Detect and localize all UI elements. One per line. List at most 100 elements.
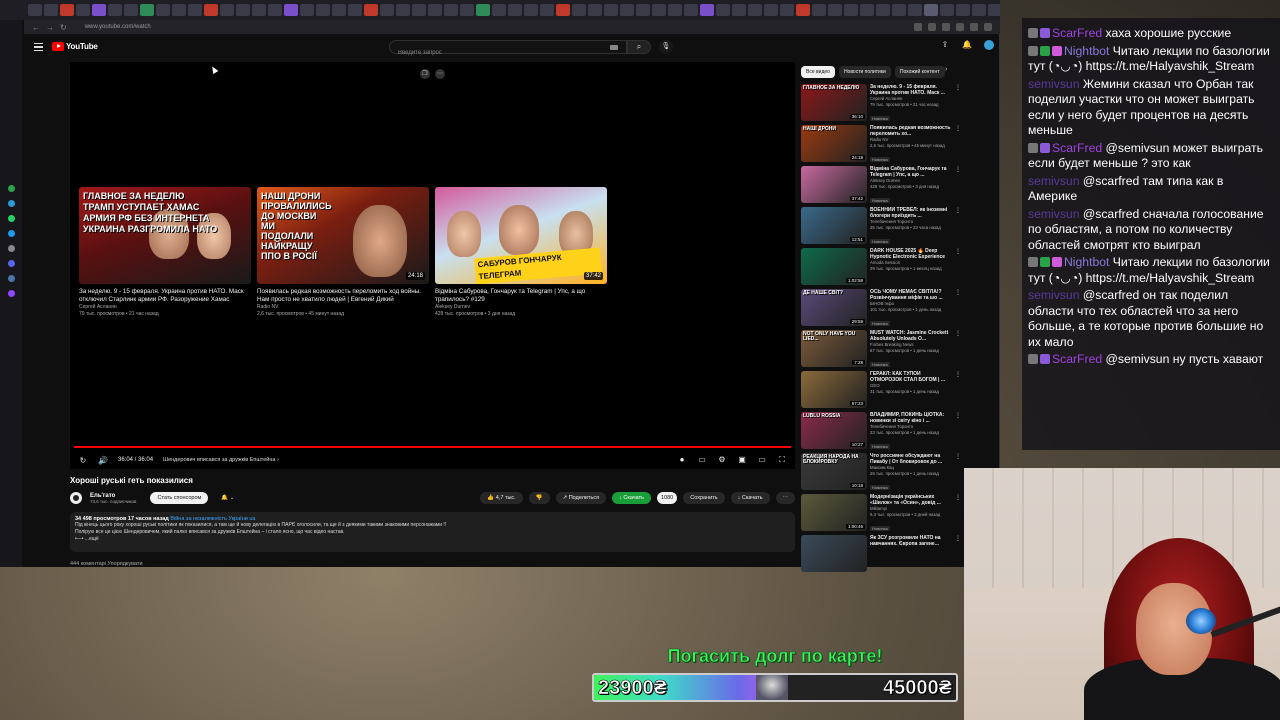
- chip-similar[interactable]: Похожий контент: [894, 66, 945, 78]
- like-button[interactable]: 👍 4,7 тыс.: [480, 492, 523, 504]
- extension-icon[interactable]: [970, 23, 978, 31]
- browser-tab[interactable]: [316, 4, 330, 16]
- replay-icon[interactable]: ↻: [78, 456, 88, 465]
- extension-icon[interactable]: [942, 23, 950, 31]
- browser-tab[interactable]: [444, 4, 458, 16]
- chat-username[interactable]: ScarFred: [1052, 26, 1102, 40]
- related-video[interactable]: LUBLU ROSSIA 10:27 ВЛАДИМИР, ПОКИНЬ ЦІОТ…: [801, 412, 961, 453]
- related-title[interactable]: Что россияне обсуждают на Пикабу | От бл…: [870, 453, 961, 465]
- more-vert-icon[interactable]: ⋮: [955, 166, 961, 173]
- browser-tab[interactable]: [252, 4, 266, 16]
- browser-tab[interactable]: [892, 4, 906, 16]
- browser-tab[interactable]: [412, 4, 426, 16]
- related-thumbnail[interactable]: ДЕ НАШЕ СВІТ? 29:59: [801, 289, 867, 326]
- browser-tab[interactable]: [364, 4, 378, 16]
- browser-tab[interactable]: [764, 4, 778, 16]
- discord-icon[interactable]: [7, 260, 15, 267]
- whatsapp-icon[interactable]: [7, 215, 15, 222]
- related-thumbnail[interactable]: 37:42: [801, 166, 867, 203]
- related-title[interactable]: Відміна Сабурова, Гончарук та Telegram |…: [870, 166, 961, 178]
- fullscreen-icon[interactable]: ⛶: [777, 455, 787, 465]
- browser-tab[interactable]: [172, 4, 186, 16]
- related-thumbnail[interactable]: 1:02:58: [801, 248, 867, 285]
- messenger-icon[interactable]: [7, 185, 15, 192]
- browser-tab[interactable]: [876, 4, 890, 16]
- autoplay-toggle-icon[interactable]: ●: [677, 455, 687, 465]
- description-more[interactable]: •—• ...ещё: [75, 536, 790, 543]
- more-vert-icon[interactable]: ⋮: [955, 453, 961, 460]
- progress-bar[interactable]: [74, 446, 791, 448]
- browser-tab[interactable]: [460, 4, 474, 16]
- end-screen-card[interactable]: САБУРОВ ГОНЧАРУК ТЕЛЕГРАМ 37:42 Відміна …: [435, 187, 607, 318]
- browser-tab[interactable]: [332, 4, 346, 16]
- chat-username[interactable]: ScarFred: [1052, 352, 1102, 366]
- vk-icon[interactable]: [7, 275, 15, 282]
- browser-tab[interactable]: [204, 4, 218, 16]
- end-card-title[interactable]: Появилась редкая возможность переломить …: [257, 288, 429, 304]
- browser-tab[interactable]: [620, 4, 634, 16]
- browser-tab[interactable]: [188, 4, 202, 16]
- quality-select[interactable]: 1080: [657, 492, 678, 504]
- browser-tab[interactable]: [28, 4, 42, 16]
- browser-tab[interactable]: [700, 4, 714, 16]
- browser-tab[interactable]: [860, 4, 874, 16]
- more-vert-icon[interactable]: ⋮: [955, 494, 961, 501]
- search-button[interactable]: ⌕: [627, 40, 651, 54]
- browser-tab[interactable]: [972, 4, 986, 16]
- browser-tab[interactable]: [668, 4, 682, 16]
- x-icon[interactable]: [7, 245, 15, 252]
- youtube-logo[interactable]: YouTube: [52, 42, 98, 51]
- end-screen-card[interactable]: ГЛАВНОЕ ЗА НЕДЕЛЮ ТРАМП УСТУПАЕТ ХАМАС А…: [79, 187, 251, 318]
- description-box[interactable]: 34 498 просмотров 17 часов назад Війна з…: [70, 512, 795, 552]
- chat-username[interactable]: Nightbot: [1064, 44, 1109, 58]
- related-title[interactable]: ВЛАДИМИР, ПОКИНЬ ЦІОТКА: новинки зі світ…: [870, 412, 961, 424]
- more-vert-icon[interactable]: ⋮: [955, 535, 961, 542]
- related-video[interactable]: Реакция народа на блокировку 10:18 Что р…: [801, 453, 961, 494]
- chat-username[interactable]: semivsun: [1028, 288, 1079, 302]
- chat-username[interactable]: semivsun: [1028, 207, 1079, 221]
- voice-search-icon[interactable]: 🎙: [659, 40, 673, 54]
- browser-tab[interactable]: [684, 4, 698, 16]
- related-thumbnail[interactable]: 57:23: [801, 371, 867, 408]
- browser-tab[interactable]: [108, 4, 122, 16]
- browser-tab[interactable]: [956, 4, 970, 16]
- end-card-thumbnail[interactable]: НАШІ ДРОНИ ПРОВАЛИЛИСЬ ДО МОСКВИ МИ ПОДО…: [257, 187, 429, 284]
- chat-username[interactable]: ScarFred: [1052, 141, 1102, 155]
- more-vert-icon[interactable]: ⋮: [955, 84, 961, 91]
- browser-tab[interactable]: [300, 4, 314, 16]
- browser-tab[interactable]: [396, 4, 410, 16]
- browser-tab[interactable]: [268, 4, 282, 16]
- end-card-title[interactable]: Відміна Сабурова, Гончарук та Telegram |…: [435, 288, 607, 304]
- related-title[interactable]: Модернізація українських «Шилок» та «Оси…: [870, 494, 961, 506]
- upload-icon[interactable]: ⇪: [940, 40, 950, 50]
- related-video[interactable]: 1:00:46 Модернізація українських «Шилок»…: [801, 494, 961, 535]
- url-field[interactable]: www.youtube.com/watch: [85, 24, 151, 30]
- download-button[interactable]: ↓ Скачать: [730, 492, 770, 504]
- save-button[interactable]: Сохранить: [683, 492, 725, 504]
- browser-tab[interactable]: [220, 4, 234, 16]
- browser-tab[interactable]: [940, 4, 954, 16]
- more-vert-icon[interactable]: ⋮: [955, 412, 961, 419]
- related-thumbnail[interactable]: NOT ONLY HAVE YOU LIED... 7:28: [801, 330, 867, 367]
- related-thumbnail[interactable]: Реакция народа на блокировку 10:18: [801, 453, 867, 490]
- chapter-title[interactable]: Шендерович вписався за дружків Епштейна …: [163, 457, 279, 463]
- copy-icon[interactable]: ❐: [420, 69, 430, 79]
- related-video[interactable]: 1:02:58 DARK HOUSE 2025 🔥 Deep Hypnotic …: [801, 248, 961, 289]
- chat-username[interactable]: semivsun: [1028, 174, 1079, 188]
- browser-tab[interactable]: [988, 4, 1000, 16]
- twitter-icon[interactable]: [7, 230, 15, 237]
- browser-tab[interactable]: [908, 4, 922, 16]
- extension-icon[interactable]: [928, 23, 936, 31]
- related-video[interactable]: 12:51 ВОЕННИЙ ТРЕВЕЛ: як іноземні блогер…: [801, 207, 961, 248]
- video-player[interactable]: ❐ ⋯ ГЛАВНОЕ ЗА НЕДЕЛЮ ТРАМП УСТУПАЕТ ХАМ…: [70, 62, 795, 469]
- browser-tab[interactable]: [748, 4, 762, 16]
- browser-tab[interactable]: [60, 4, 74, 16]
- more-vert-icon[interactable]: ⋮: [955, 330, 961, 337]
- miniplayer-icon[interactable]: ▣: [737, 455, 747, 465]
- reload-icon[interactable]: ↻: [60, 23, 67, 32]
- related-thumbnail[interactable]: НАШІ ДРОНИ 24:18: [801, 125, 867, 162]
- more-vert-icon[interactable]: ⋮: [955, 289, 961, 296]
- browser-tab[interactable]: [124, 4, 138, 16]
- browser-tab[interactable]: [812, 4, 826, 16]
- browser-tab[interactable]: [156, 4, 170, 16]
